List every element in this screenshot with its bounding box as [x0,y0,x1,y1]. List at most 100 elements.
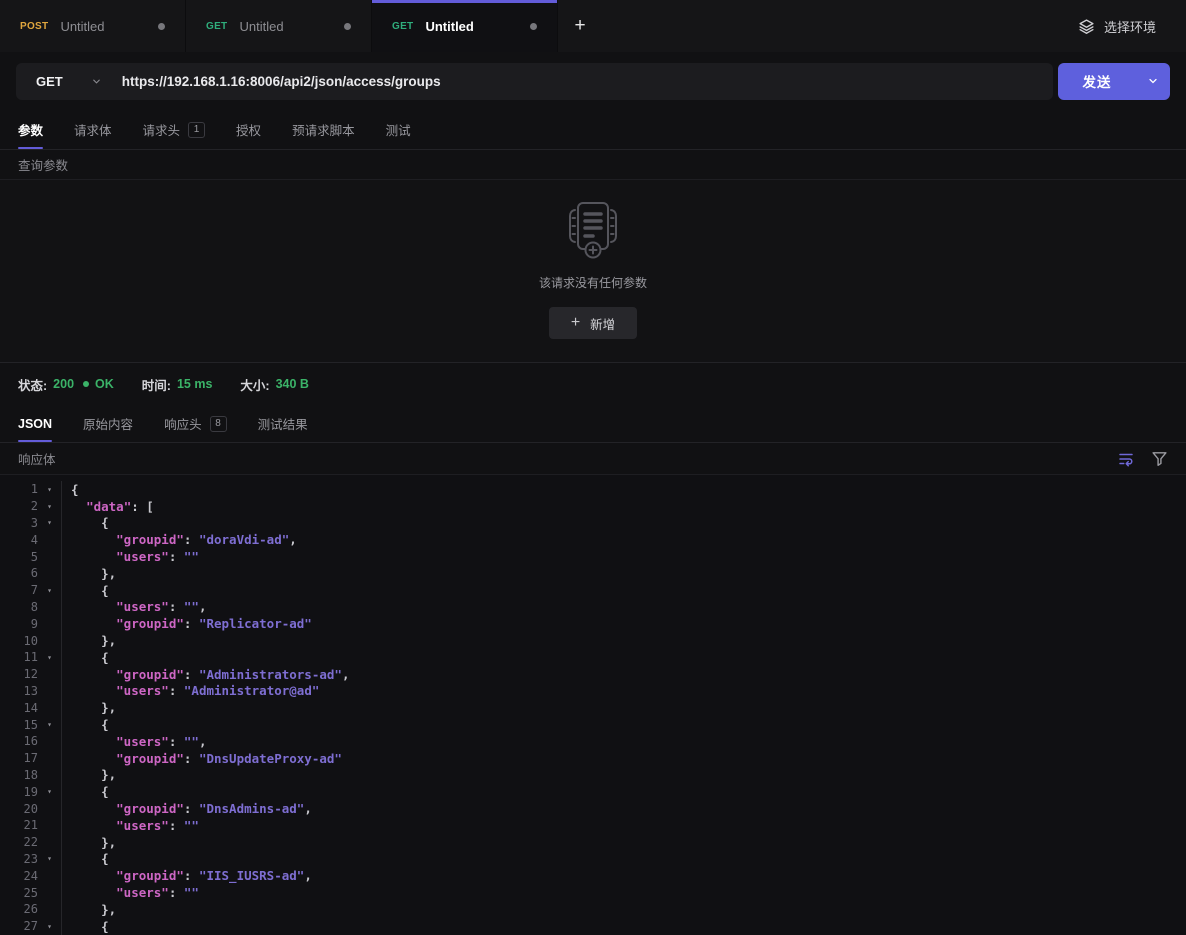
tab-label: 参数 [18,120,43,139]
json-key: "users" [116,683,169,698]
tab-title: Untitled [239,19,344,34]
line-content: }, [61,565,1186,582]
fold-toggle-icon[interactable]: ▾ [38,854,61,863]
tab-label: 请求体 [74,120,112,139]
json-string: "" [184,734,199,749]
line-content: { [61,481,1186,498]
request-subtab-headers[interactable]: 请求头1 [143,110,206,149]
request-subtab-body[interactable]: 请求体 [74,110,112,149]
filter-icon[interactable] [1151,450,1168,467]
method-dropdown[interactable]: GET [16,63,122,100]
json-punctuation [71,818,116,833]
request-tab-0[interactable]: POSTUntitled [0,0,186,52]
line-number: 19 [0,785,38,799]
line-number: 11 [0,650,38,664]
empty-params-text: 该请求没有任何参数 [539,274,647,291]
code-line: 15▾ { [0,716,1186,733]
line-content: }, [61,699,1186,716]
code-line: 10 }, [0,632,1186,649]
line-content: "users": "" [61,548,1186,565]
request-tab-2[interactable]: GETUntitled [372,0,558,52]
wrap-lines-icon[interactable] [1117,450,1135,468]
fold-toggle-icon[interactable]: ▾ [38,518,61,527]
code-line: 21 "users": "" [0,817,1186,834]
code-line: 17 "groupid": "DnsUpdateProxy-ad" [0,750,1186,767]
chevron-down-icon [91,76,102,87]
json-punctuation: , [289,532,297,547]
response-subtab-headers[interactable]: 响应头8 [164,405,227,442]
size-label: 大小: [240,375,269,394]
json-string: "Replicator-ad" [199,616,312,631]
tab-bar: POSTUntitledGETUntitledGETUntitled + 选择环… [0,0,1186,52]
line-number: 14 [0,701,38,715]
line-content: { [61,851,1186,868]
response-subtab-test-results[interactable]: 测试结果 [258,405,308,442]
line-number: 7 [0,583,38,597]
json-key: "users" [116,818,169,833]
code-line: 14 }, [0,699,1186,716]
json-punctuation: : [ [131,499,154,514]
fold-toggle-icon[interactable]: ▾ [38,720,61,729]
json-punctuation: : [169,549,184,564]
code-line: 2▾ "data": [ [0,498,1186,515]
json-key: "users" [116,885,169,900]
request-subtab-tests[interactable]: 测试 [386,110,411,149]
environment-selector[interactable]: 选择环境 [1048,0,1186,52]
request-subtab-params[interactable]: 参数 [18,110,43,149]
json-key: "groupid" [116,616,184,631]
tab-label: 响应头 [164,414,202,433]
request-tab-1[interactable]: GETUntitled [186,0,372,52]
line-content: { [61,783,1186,800]
json-punctuation: }, [71,566,116,581]
code-line: 16 "users": "", [0,733,1186,750]
code-line: 7▾ { [0,582,1186,599]
response-subtab-json[interactable]: JSON [18,405,52,442]
send-options-chevron-icon[interactable] [1136,75,1170,87]
fold-toggle-icon[interactable]: ▾ [38,922,61,931]
url-input[interactable] [122,63,1053,100]
json-punctuation: { [71,515,109,530]
line-content: "groupid": "doraVdi-ad", [61,531,1186,548]
fold-toggle-icon[interactable]: ▾ [38,485,61,494]
send-button[interactable]: 发送 [1058,63,1170,100]
new-tab-button[interactable]: + [558,0,602,52]
tab-label: 原始内容 [83,414,133,433]
fold-toggle-icon[interactable]: ▾ [38,653,61,662]
line-number: 16 [0,734,38,748]
params-empty-state: 该请求没有任何参数 + 新增 [0,180,1186,363]
fold-toggle-icon[interactable]: ▾ [38,586,61,595]
tab-label: 请求头 [143,120,181,139]
fold-toggle-icon[interactable]: ▾ [38,502,61,511]
json-punctuation [71,868,116,883]
response-json-viewer[interactable]: 1▾{2▾ "data": [3▾ {4 "groupid": "doraVdi… [0,475,1186,935]
line-number: 8 [0,600,38,614]
line-number: 2 [0,499,38,513]
request-subtab-auth[interactable]: 授权 [236,110,261,149]
line-number: 20 [0,802,38,816]
fold-toggle-icon[interactable]: ▾ [38,787,61,796]
line-number: 21 [0,818,38,832]
status-label: 状态: [18,375,47,394]
line-number: 5 [0,550,38,564]
url-group: GET [16,63,1053,100]
unsaved-dot [530,23,537,30]
add-param-button[interactable]: + 新增 [549,307,637,339]
code-line: 5 "users": "" [0,548,1186,565]
response-subtab-raw[interactable]: 原始内容 [83,405,133,442]
code-line: 25 "users": "" [0,884,1186,901]
send-label: 发送 [1058,71,1136,91]
tab-label: 授权 [236,120,261,139]
response-section-tabs: JSON 原始内容 响应头8 测试结果 [0,405,1186,443]
request-subtab-pre-request-script[interactable]: 预请求脚本 [292,110,355,149]
json-string: "doraVdi-ad" [199,532,289,547]
line-content: { [61,515,1186,532]
tab-label: 测试 [386,120,411,139]
code-line: 11▾ { [0,649,1186,666]
size-value: 340 B [276,377,309,391]
line-content: "users": "" [61,884,1186,901]
json-key: "groupid" [116,868,184,883]
code-line: 1▾{ [0,481,1186,498]
line-number: 12 [0,667,38,681]
json-punctuation: }, [71,700,116,715]
line-number: 15 [0,718,38,732]
